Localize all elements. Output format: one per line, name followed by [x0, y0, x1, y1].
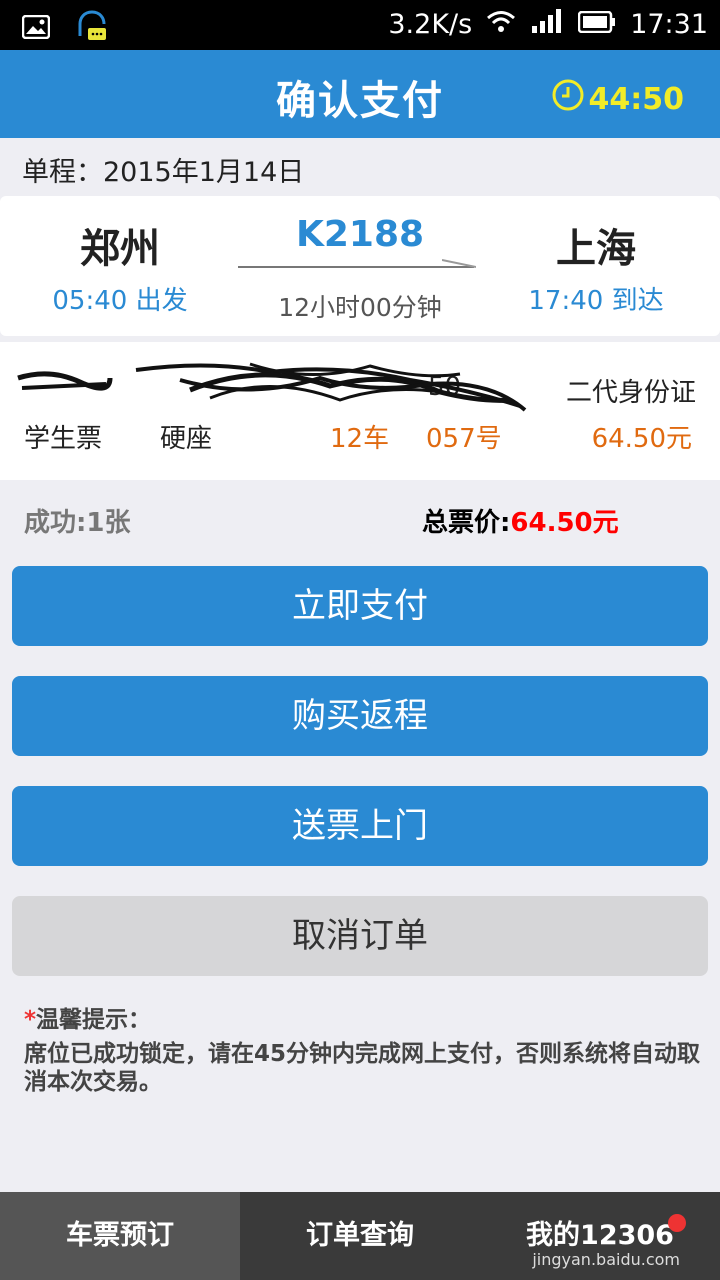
- route-line: [238, 266, 474, 268]
- travel-duration: 12小时00分钟: [278, 293, 442, 322]
- departure-time: 05:40 出发: [52, 286, 188, 316]
- seat-class: 硬座: [160, 424, 213, 454]
- total-price-label: 总票价:: [422, 508, 511, 538]
- ticket-type: 学生票: [24, 424, 103, 454]
- payment-countdown: 44:50: [551, 78, 685, 120]
- signal-icon: [530, 8, 564, 41]
- tab-order-query[interactable]: 订单查询: [240, 1192, 480, 1280]
- battery-icon: [577, 9, 616, 40]
- chat-notification-icon: [76, 10, 108, 48]
- success-count: 成功:1张: [24, 508, 131, 538]
- car-number: 12车: [330, 424, 390, 454]
- tips-title: 温馨提示：: [36, 1007, 152, 1033]
- id-type: 二代身份证: [565, 378, 696, 408]
- required-star-icon: *: [24, 1007, 37, 1033]
- to-station-name: 上海: [556, 226, 636, 272]
- seat-number: 057号: [426, 424, 502, 454]
- clock-time: 17:31: [630, 9, 708, 40]
- train-number: K2188: [295, 214, 425, 255]
- total-price-value: 64.50元: [510, 508, 619, 538]
- network-speed: 3.2K/s: [388, 9, 473, 40]
- buy-return-trip-button[interactable]: 购买返程: [12, 676, 708, 756]
- ticket-price: 64.50元: [591, 424, 692, 454]
- gallery-notification-icon: [21, 14, 51, 43]
- arrival-time: 17:40 到达: [528, 286, 664, 316]
- trip-date: 单程：2015年1月14日: [22, 157, 305, 188]
- watermark-text: jingyan.baidu.com: [532, 1250, 680, 1269]
- route-arrow-icon: [442, 259, 476, 268]
- title-bar: 确认支付 44:50: [0, 50, 720, 138]
- clock-icon: [551, 78, 585, 120]
- arrival-station: 上海 17:40 到达: [476, 216, 716, 317]
- countdown-value: 44:50: [588, 81, 685, 117]
- tab-my-12306-label: 我的12306: [526, 1220, 674, 1251]
- total-price: 总票价:64.50元: [422, 502, 619, 539]
- tips-body: 席位已成功锁定，请在45分钟内完成网上支付，否则系统将自动取消本次交易。: [24, 1041, 701, 1095]
- wifi-icon: [486, 9, 516, 40]
- tab-ticket-booking[interactable]: 车票预订: [0, 1192, 240, 1280]
- redaction-scribble: [17, 362, 527, 412]
- ticket-delivery-button[interactable]: 送票上门: [12, 786, 708, 866]
- cancel-order-button[interactable]: 取消订单: [12, 896, 708, 976]
- pay-now-button[interactable]: 立即支付: [12, 566, 708, 646]
- departure-station: 郑州 05:40 出发: [0, 216, 240, 317]
- warm-tips: *温馨提示： 席位已成功锁定，请在45分钟内完成网上支付，否则系统将自动取消本次…: [24, 1006, 704, 1096]
- status-bar: 3.2K/s 17:31: [0, 0, 720, 50]
- route-card: 郑州 05:40 出发 K2188 12小时00分钟 上海 17:40 到达: [0, 196, 720, 336]
- from-station-name: 郑州: [80, 226, 160, 272]
- notification-badge: [668, 1214, 686, 1232]
